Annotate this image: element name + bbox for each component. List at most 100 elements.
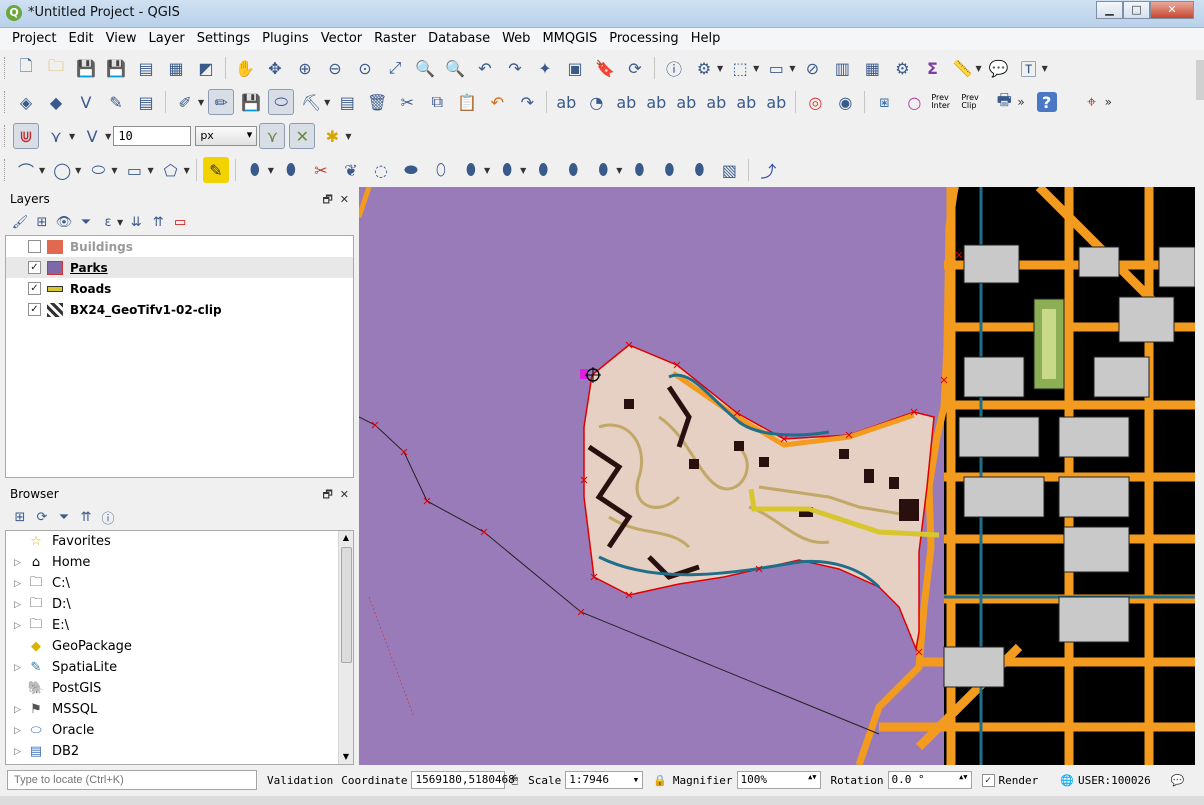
- browser-item[interactable]: ▷ 🗀 E:\: [6, 615, 353, 636]
- zoom-full-icon[interactable]: ⤢: [382, 55, 408, 81]
- add-circle-icon[interactable]: ◯: [49, 157, 75, 183]
- split-features-icon[interactable]: ✂: [308, 157, 334, 183]
- browser-scrollbar[interactable]: ▲ ▼: [338, 531, 353, 764]
- snap-tolerance-spinbox[interactable]: [113, 126, 192, 146]
- zoom-out-icon[interactable]: ⊖: [322, 55, 348, 81]
- extent-toggle-icon[interactable]: 🖱: [511, 773, 518, 787]
- select-by-value-icon[interactable]: ▭: [763, 55, 789, 81]
- minimize-button[interactable]: ▁: [1096, 1, 1123, 19]
- add-polygon-icon[interactable]: ⬭: [268, 89, 295, 115]
- vertex-tool-icon[interactable]: ⛏: [298, 89, 324, 115]
- select-features-icon[interactable]: ⬚: [727, 55, 753, 81]
- refresh-icon[interactable]: ⟳: [622, 55, 648, 81]
- measure-icon[interactable]: 📏: [949, 55, 975, 81]
- panel-float-close-icon[interactable]: 🗗 ✕: [322, 486, 349, 505]
- menu-edit[interactable]: Edit: [62, 28, 99, 50]
- browser-item[interactable]: ▷ 🗀 D:\: [6, 594, 353, 615]
- digitizing-plugin-icon[interactable]: ✎: [202, 157, 229, 183]
- scale-combo[interactable]: 1:7946 ▾: [565, 771, 644, 789]
- change-label-icon[interactable]: ab: [763, 89, 789, 115]
- panel-float-close-icon[interactable]: 🗗 ✕: [322, 191, 349, 210]
- print-icon[interactable]: 🖶: [991, 89, 1017, 115]
- collapse-all-icon[interactable]: ⇈: [148, 212, 168, 232]
- add-rectangle-icon[interactable]: ▭: [121, 157, 147, 183]
- show-hide-labels-icon[interactable]: ab: [673, 89, 699, 115]
- filter-icon[interactable]: ⏷: [76, 212, 96, 232]
- add-part-icon[interactable]: ⬬: [398, 157, 424, 183]
- delete-ring-icon[interactable]: ⬮: [458, 157, 484, 183]
- georef-icon[interactable]: ▧: [716, 157, 742, 183]
- visibility-icon[interactable]: 👁: [54, 212, 74, 232]
- plugin-globe-icon[interactable]: ◉: [832, 89, 858, 115]
- style-panel-icon[interactable]: 🖌: [10, 212, 30, 232]
- simplify-icon[interactable]: ❦: [338, 157, 364, 183]
- globe-crs-icon[interactable]: 🌐: [1060, 774, 1074, 787]
- topological-editing-icon[interactable]: ⋎: [259, 123, 286, 149]
- map-tips-icon[interactable]: 💬: [986, 55, 1012, 81]
- zoom-to-selection-icon[interactable]: 🔍: [412, 55, 438, 81]
- locator-input[interactable]: [7, 770, 257, 790]
- snap-vertex-icon[interactable]: V: [79, 123, 105, 149]
- browser-item[interactable]: 🐘 PostGIS: [6, 678, 353, 699]
- paste-features-icon[interactable]: 📋: [454, 89, 480, 115]
- toolbar-grip-3[interactable]: [4, 125, 7, 147]
- tracing-icon[interactable]: ✱: [319, 123, 345, 149]
- messages-icon[interactable]: 💬: [1171, 774, 1185, 787]
- prev-inter-button[interactable]: Prev Inter: [931, 89, 957, 115]
- menu-layer[interactable]: Layer: [143, 28, 191, 50]
- scrollbar-thumb[interactable]: [341, 547, 352, 663]
- toolbar-grip-2[interactable]: [4, 91, 7, 113]
- browser-item[interactable]: ☆ Favorites: [6, 531, 353, 552]
- zoom-to-layer-icon[interactable]: 🔍: [442, 55, 468, 81]
- toggle-editing-icon[interactable]: ✏: [208, 89, 235, 115]
- offset-curve-icon[interactable]: ⬮: [278, 157, 304, 183]
- menu-mmqgis[interactable]: MMQGIS: [536, 28, 603, 50]
- info-icon[interactable]: ⓘ: [98, 507, 118, 527]
- zoom-last-icon[interactable]: ↶: [472, 55, 498, 81]
- lock-icon[interactable]: 🔒: [653, 774, 667, 787]
- redo-icon[interactable]: ↷: [514, 89, 540, 115]
- move-feature-icon[interactable]: ⬮: [242, 157, 268, 183]
- show-bookmarks-icon[interactable]: ▣: [562, 55, 588, 81]
- trim-extend-icon[interactable]: ⬮: [656, 157, 682, 183]
- browser-item[interactable]: ▷ ⚑ MSSQL: [6, 699, 353, 720]
- rotate-point-symbols-icon[interactable]: ⬮: [590, 157, 616, 183]
- plugin-ring-icon[interactable]: ◎: [802, 89, 828, 115]
- statistics-icon[interactable]: Σ: [919, 55, 945, 81]
- open-project-icon[interactable]: 🗀: [43, 55, 69, 81]
- zoom-in-icon[interactable]: ⊕: [292, 55, 318, 81]
- layer-checkbox[interactable]: ✓: [28, 303, 41, 316]
- menu-project[interactable]: Project: [6, 28, 62, 50]
- merge-features-icon[interactable]: ⬮: [530, 157, 556, 183]
- new-bookmark-icon[interactable]: ✦: [532, 55, 558, 81]
- add-delimited-icon[interactable]: ✎: [103, 89, 129, 115]
- fill-ring-icon[interactable]: ⬯: [428, 157, 454, 183]
- filter-icon[interactable]: ⏷: [54, 507, 74, 527]
- layer-row[interactable]: ✓ BX24_GeoTifv1-02-clip: [6, 299, 353, 320]
- rotation-spinbox[interactable]: 0.0 ° ▲▼: [887, 771, 972, 789]
- data-source-manager-icon[interactable]: ◈: [13, 89, 39, 115]
- snapping-magnet-icon[interactable]: ⋓: [13, 123, 39, 149]
- map-rendering[interactable]: [359, 187, 1195, 765]
- browser-item[interactable]: ▷ ⌂ Home: [6, 552, 353, 573]
- cut-features-icon[interactable]: ✂: [394, 89, 420, 115]
- style-manager-icon[interactable]: ◩: [193, 55, 219, 81]
- undo-icon[interactable]: ↶: [484, 89, 510, 115]
- remove-layer-icon[interactable]: ▭: [170, 212, 190, 232]
- copy-features-icon[interactable]: ⧉: [424, 89, 450, 115]
- magnifier-spinbox[interactable]: 100% ▲▼: [736, 771, 821, 789]
- action-icon[interactable]: ⚙: [691, 55, 717, 81]
- plugin-o-icon[interactable]: ○: [901, 89, 927, 115]
- menu-web[interactable]: Web: [496, 28, 536, 50]
- zoom-next-icon[interactable]: ↷: [502, 55, 528, 81]
- pan-icon[interactable]: ✋: [232, 55, 258, 81]
- pin-labels-icon[interactable]: ab: [613, 89, 639, 115]
- add-selected-icon[interactable]: ⊞: [10, 507, 30, 527]
- validation-label[interactable]: Validation: [267, 774, 333, 787]
- map-canvas[interactable]: [359, 187, 1195, 765]
- rotate-label-icon[interactable]: ab: [733, 89, 759, 115]
- split-parts-icon[interactable]: ⬮: [686, 157, 712, 183]
- layer-row[interactable]: ✓ Roads: [6, 278, 353, 299]
- deselect-icon[interactable]: ⊘: [799, 55, 825, 81]
- browser-item[interactable]: ▷ 🗀 C:\: [6, 573, 353, 594]
